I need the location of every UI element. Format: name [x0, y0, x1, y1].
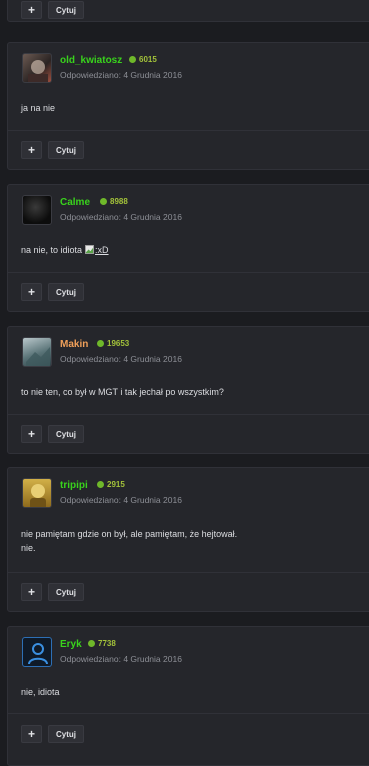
reputation-badge: 2915	[97, 480, 125, 489]
reputation-icon	[129, 56, 136, 63]
avatar[interactable]	[22, 195, 52, 225]
post-text-line: nie.	[21, 543, 36, 553]
forum-post: Makin 19653 Odpowiedziano: 4 Grudnia 201…	[7, 326, 369, 454]
avatar[interactable]	[22, 637, 52, 667]
previous-post-footer: + Cytuj	[7, 0, 369, 22]
post-text-line: na nie, to idiota	[21, 245, 83, 255]
plus-reputation-button[interactable]: +	[21, 425, 42, 443]
avatar[interactable]	[22, 53, 52, 83]
reputation-badge: 19653	[97, 339, 129, 348]
plus-reputation-button[interactable]: +	[21, 583, 42, 601]
post-body: nie pamiętam gdzie on był, ale pamiętam,…	[21, 527, 237, 555]
forum-post: old_kwiatosz 6015 Odpowiedziano: 4 Grudn…	[7, 42, 369, 170]
forum-post: Calme 8988 Odpowiedziano: 4 Grudnia 2016…	[7, 184, 369, 312]
username[interactable]: old_kwiatosz	[60, 55, 122, 66]
post-date: Odpowiedziano: 4 Grudnia 2016	[60, 495, 182, 505]
default-user-icon	[28, 643, 48, 665]
username[interactable]: Calme	[60, 197, 90, 208]
post-body: to nie ten, co był w MGT i tak jechał po…	[21, 385, 224, 399]
forum-post: Eryk 7738 Odpowiedziano: 4 Grudnia 2016 …	[7, 626, 369, 766]
reputation-badge: 6015	[129, 55, 157, 64]
reputation-count: 6015	[139, 55, 157, 64]
post-text-line: to nie ten, co był w MGT i tak jechał po…	[21, 387, 224, 397]
post-text-line: nie, idiota	[21, 687, 60, 697]
reputation-icon	[88, 640, 95, 647]
reputation-badge: 8988	[100, 197, 128, 206]
username[interactable]: tripipi	[60, 480, 88, 491]
avatar-image	[30, 484, 46, 507]
reputation-icon	[97, 481, 104, 488]
quote-button[interactable]: Cytuj	[48, 425, 84, 443]
post-body: na nie, to idiota :xD	[21, 243, 109, 257]
divider	[8, 572, 369, 573]
divider	[8, 713, 369, 714]
reputation-count: 8988	[110, 197, 128, 206]
plus-reputation-button[interactable]: +	[21, 141, 42, 159]
post-date: Odpowiedziano: 4 Grudnia 2016	[60, 70, 182, 80]
plus-reputation-button[interactable]: +	[21, 725, 42, 743]
emoticon-alt-text: :xD	[95, 245, 109, 255]
username[interactable]: Eryk	[60, 639, 82, 650]
plus-reputation-button[interactable]: +	[21, 1, 42, 19]
post-date: Odpowiedziano: 4 Grudnia 2016	[60, 654, 182, 664]
reputation-count: 7738	[98, 639, 116, 648]
avatar-image	[28, 60, 48, 82]
broken-image-icon	[85, 245, 95, 254]
avatar-image	[26, 347, 50, 366]
divider	[8, 272, 369, 273]
reputation-icon	[100, 198, 107, 205]
post-body: ja na nie	[21, 101, 55, 115]
post-date: Odpowiedziano: 4 Grudnia 2016	[60, 354, 182, 364]
plus-reputation-button[interactable]: +	[21, 283, 42, 301]
reputation-icon	[97, 340, 104, 347]
post-date: Odpowiedziano: 4 Grudnia 2016	[60, 212, 182, 222]
reputation-count: 2915	[107, 480, 125, 489]
post-text-line: nie pamiętam gdzie on był, ale pamiętam,…	[21, 529, 238, 539]
username[interactable]: Makin	[60, 339, 88, 350]
post-text-line: ja na nie	[21, 103, 56, 113]
reputation-count: 19653	[107, 339, 130, 348]
avatar[interactable]	[22, 337, 52, 367]
forum-post: tripipi 2915 Odpowiedziano: 4 Grudnia 20…	[7, 467, 369, 612]
post-body: nie, idiota	[21, 685, 60, 699]
quote-button[interactable]: Cytuj	[48, 283, 84, 301]
divider	[8, 414, 369, 415]
quote-button[interactable]: Cytuj	[48, 141, 84, 159]
reputation-badge: 7738	[88, 639, 116, 648]
quote-button[interactable]: Cytuj	[48, 1, 84, 19]
quote-button[interactable]: Cytuj	[48, 725, 84, 743]
divider	[8, 130, 369, 131]
quote-button[interactable]: Cytuj	[48, 583, 84, 601]
avatar[interactable]	[22, 478, 52, 508]
